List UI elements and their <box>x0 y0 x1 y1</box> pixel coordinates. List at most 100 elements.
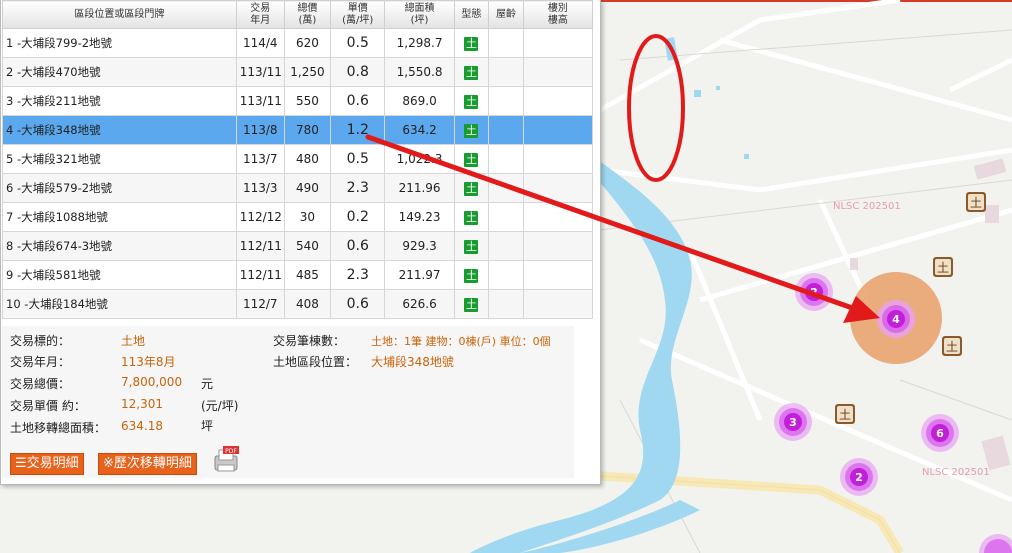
table-row[interactable]: 3 -大埔段211地號 113/11 550 0.6 869.0 土 <box>2 86 594 116</box>
cell-age <box>488 57 524 87</box>
cell-unit-price: 0.2 <box>329 202 386 232</box>
land-marker[interactable]: 土 <box>933 257 953 277</box>
cell-date: 113/7 <box>235 144 285 174</box>
total-label: 交易總價： <box>10 377 71 391</box>
cell-type: 土 <box>453 260 490 290</box>
cell-floor <box>522 86 594 116</box>
table-row[interactable]: 1 -大埔段799-2地號 114/4 620 0.5 1,298.7 土 <box>2 28 594 58</box>
col-header-age[interactable]: 屋齡 <box>488 0 524 29</box>
cell-area: 211.96 <box>384 173 455 203</box>
cell-unit-price: 1.2 <box>329 115 386 145</box>
cell-date: 112/12 <box>235 202 285 232</box>
cluster-marker-selected[interactable]: 4 <box>877 300 915 338</box>
cell-type: 土 <box>453 289 490 319</box>
cell-type: 土 <box>453 202 490 232</box>
area-unit: 坪 <box>201 419 214 433</box>
total-value: 7,800,000 <box>121 375 183 389</box>
cell-type: 土 <box>453 86 490 116</box>
table-row[interactable]: 10 -大埔段184地號 112/7 408 0.6 626.6 土 <box>2 289 594 319</box>
svg-text:4: 4 <box>892 313 900 326</box>
cell-total: 540 <box>283 231 332 261</box>
table-row[interactable]: 4 -大埔段348地號 113/8 780 1.2 634.2 土 <box>2 115 594 145</box>
cell-address: 4 -大埔段348地號 <box>2 115 237 145</box>
svg-text:2: 2 <box>810 286 818 299</box>
cell-area: 211.97 <box>384 260 455 290</box>
cell-address: 6 -大埔段579-2地號 <box>2 173 237 203</box>
cell-floor <box>522 28 594 58</box>
cell-address: 2 -大埔段470地號 <box>2 57 237 87</box>
col-header-area[interactable]: 總面積 (坪) <box>384 0 455 29</box>
cluster-marker[interactable]: 6 <box>921 414 959 452</box>
cell-total: 620 <box>283 28 332 58</box>
table-row[interactable]: 5 -大埔段321地號 113/7 480 0.5 1,022.3 土 <box>2 144 594 174</box>
cell-floor <box>522 173 594 203</box>
col-header-total[interactable]: 總價 (萬) <box>283 0 332 29</box>
cluster-marker[interactable]: 2 <box>840 458 878 496</box>
svg-text:土: 土 <box>937 261 949 275</box>
cell-address: 10 -大埔段184地號 <box>2 289 237 319</box>
table-row[interactable]: 2 -大埔段470地號 113/11 1,250 0.8 1,550.8 土 <box>2 57 594 87</box>
cell-date: 112/11 <box>235 231 285 261</box>
cell-address: 8 -大埔段674-3地號 <box>2 231 237 261</box>
cell-address: 3 -大埔段211地號 <box>2 86 237 116</box>
pdf-icon[interactable]: PDF <box>211 446 241 474</box>
col-header-floor[interactable]: 樓別 樓高 <box>522 0 594 29</box>
cell-type: 土 <box>453 115 490 145</box>
cell-age <box>488 202 524 232</box>
transaction-detail: 交易標的： 土地 交易年月： 113年8月 交易總價： 7,800,000 元 … <box>2 326 574 478</box>
cell-floor <box>522 289 594 319</box>
cell-age <box>488 173 524 203</box>
land-type-badge: 土 <box>464 94 479 109</box>
map-watermark: NLSC 202501 <box>922 467 990 478</box>
cell-type: 土 <box>453 231 490 261</box>
cell-type: 土 <box>453 57 490 87</box>
cell-type: 土 <box>453 173 490 203</box>
cell-age <box>488 28 524 58</box>
area-label: 土地移轉總面積： <box>10 421 107 435</box>
cell-date: 114/4 <box>235 28 285 58</box>
land-marker[interactable]: 土 <box>835 404 855 424</box>
cell-address: 7 -大埔段1088地號 <box>2 202 237 232</box>
land-marker[interactable]: 土 <box>942 336 962 356</box>
land-type-badge: 土 <box>464 210 479 225</box>
cell-unit-price: 2.3 <box>329 173 386 203</box>
land-type-badge: 土 <box>464 65 479 80</box>
location-label: 土地區段位置： <box>273 355 358 369</box>
table-row[interactable]: 8 -大埔段674-3地號 112/11 540 0.6 929.3 土 <box>2 231 594 261</box>
cell-unit-price: 0.6 <box>329 289 386 319</box>
cell-total: 30 <box>283 202 332 232</box>
unit-price-label: 交易單價 約： <box>10 399 86 413</box>
col-header-address[interactable]: 區段位置或區段門牌 <box>2 0 237 29</box>
count-value: 土地：1筆 建物：0棟(戶) 車位：0個 <box>371 335 551 348</box>
cell-unit-price: 0.5 <box>329 144 386 174</box>
cell-type: 土 <box>453 28 490 58</box>
cluster-marker[interactable]: 2 <box>795 273 833 311</box>
cell-address: 9 -大埔段581地號 <box>2 260 237 290</box>
land-type-badge: 土 <box>464 239 479 254</box>
cell-address: 5 -大埔段321地號 <box>2 144 237 174</box>
cell-floor <box>522 144 594 174</box>
table-row[interactable]: 7 -大埔段1088地號 112/12 30 0.2 149.23 土 <box>2 202 594 232</box>
cell-unit-price: 0.8 <box>329 57 386 87</box>
land-type-badge: 土 <box>464 123 479 138</box>
cell-floor <box>522 260 594 290</box>
transaction-detail-button[interactable]: ☰交易明細 <box>10 453 84 475</box>
cell-area: 634.2 <box>384 115 455 145</box>
cell-total: 490 <box>283 173 332 203</box>
cell-date: 113/3 <box>235 173 285 203</box>
transfer-history-button[interactable]: ※歷次移轉明細 <box>98 453 197 475</box>
map-watermark: NLSC 202501 <box>833 201 901 212</box>
cell-age <box>488 231 524 261</box>
land-type-badge: 土 <box>464 297 479 312</box>
cell-unit-price: 0.6 <box>329 86 386 116</box>
cluster-marker[interactable]: 3 <box>774 403 812 441</box>
cell-unit-price: 0.6 <box>329 231 386 261</box>
land-marker[interactable]: 土 <box>966 192 986 212</box>
col-header-type[interactable]: 型態 <box>453 0 490 29</box>
cell-type: 土 <box>453 144 490 174</box>
col-header-unit-price[interactable]: 單價 (萬/坪) <box>329 0 386 29</box>
table-row[interactable]: 9 -大埔段581地號 112/11 485 2.3 211.97 土 <box>2 260 594 290</box>
cell-area: 869.0 <box>384 86 455 116</box>
table-row[interactable]: 6 -大埔段579-2地號 113/3 490 2.3 211.96 土 <box>2 173 594 203</box>
col-header-date[interactable]: 交易 年月 <box>235 0 285 29</box>
